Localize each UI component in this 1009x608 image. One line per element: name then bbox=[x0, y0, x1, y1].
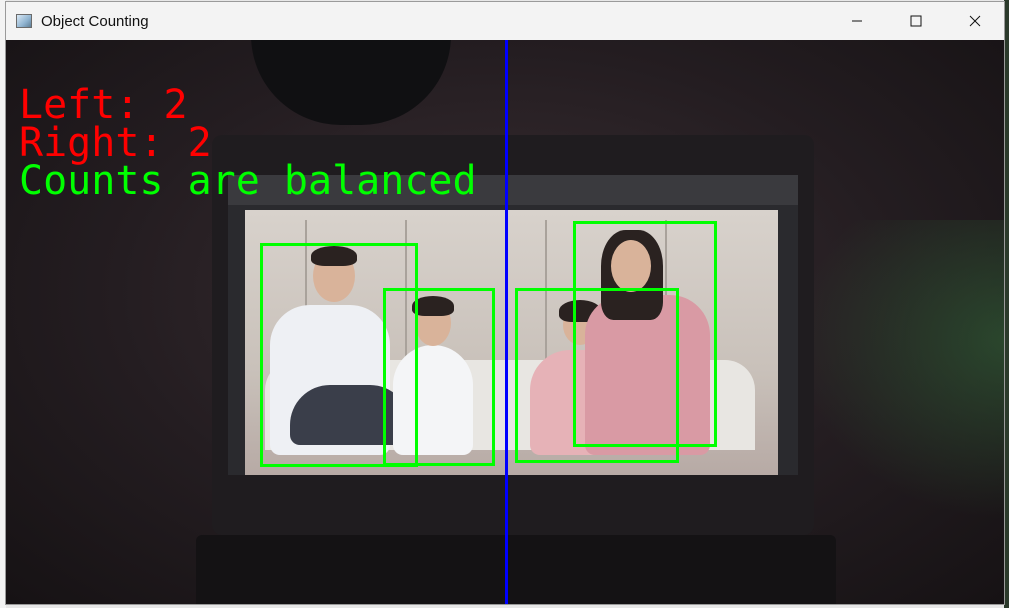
close-button[interactable] bbox=[945, 2, 1004, 40]
title-bar[interactable]: Object Counting bbox=[6, 2, 1004, 40]
maximize-icon bbox=[910, 15, 921, 27]
app-image-icon bbox=[16, 14, 32, 28]
background-lamp bbox=[251, 40, 451, 125]
camera-feed: Left: 2 Right: 2 Counts are balanced bbox=[6, 40, 1004, 604]
laptop-base bbox=[196, 535, 836, 604]
center-divider-line bbox=[505, 40, 508, 604]
right-count-label: Right: 2 bbox=[19, 120, 212, 166]
window-title: Object Counting bbox=[41, 12, 149, 30]
object-counting-window: Object Counting Left: 2 Right: 2 Counts … bbox=[5, 1, 1005, 605]
minimize-button[interactable] bbox=[827, 2, 886, 40]
detection-box bbox=[383, 288, 495, 466]
window-controls bbox=[827, 2, 1004, 40]
maximize-button[interactable] bbox=[886, 2, 945, 40]
minimize-icon bbox=[851, 20, 862, 22]
close-icon bbox=[969, 15, 980, 27]
background-glow bbox=[796, 220, 1004, 520]
balance-status-label: Counts are balanced bbox=[19, 158, 477, 204]
detection-box bbox=[573, 221, 717, 447]
left-count-label: Left: 2 bbox=[19, 82, 188, 128]
